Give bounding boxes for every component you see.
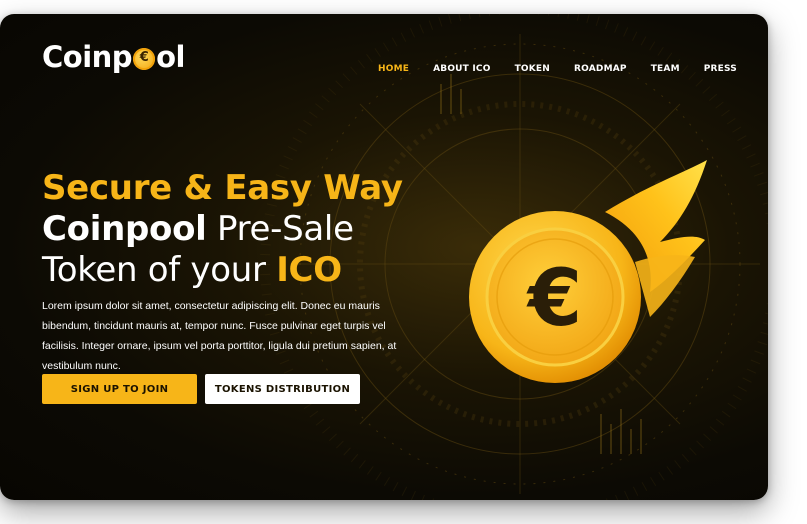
page-frame: Coinp ol HOME ABOUT ICO TOKEN ROADMAP TE…	[0, 14, 768, 500]
hero-description: Lorem ipsum dolor sit amet, consectetur …	[42, 300, 397, 372]
nav-roadmap[interactable]: ROADMAP	[574, 64, 627, 74]
coinpool-logo[interactable]: Coinp ol	[42, 40, 185, 74]
hero-token-text: Token of your	[42, 250, 277, 290]
hero-presale-text: Pre-Sale	[206, 209, 354, 249]
tokens-distribution-button[interactable]: TOKENS DISTRIBUTION	[205, 374, 360, 404]
hero-brand-word: Coinpool	[42, 209, 207, 249]
logo-text-prefix: Coinp	[42, 40, 133, 74]
flaming-euro-coin-icon: €	[469, 160, 707, 383]
main-nav: HOME ABOUT ICO TOKEN ROADMAP TEAM PRESS	[378, 64, 737, 74]
nav-press[interactable]: PRESS	[704, 64, 737, 74]
nav-team[interactable]: TEAM	[651, 64, 680, 74]
nav-home[interactable]: HOME	[378, 64, 409, 74]
hero-title: Secure & Easy Way Coinpool Pre-Sale Toke…	[42, 168, 403, 291]
hero-ico-highlight: ICO	[276, 250, 342, 290]
hero-title-line3: Token of your ICO	[42, 250, 403, 291]
logo-text-suffix: ol	[156, 40, 185, 74]
sign-up-button[interactable]: SIGN UP TO JOIN	[42, 374, 197, 404]
hero-title-line2: Coinpool Pre-Sale	[42, 209, 403, 250]
hero-title-line1: Secure & Easy Way	[42, 168, 403, 208]
logo-coin-icon	[133, 48, 156, 70]
nav-about-ico[interactable]: ABOUT ICO	[433, 64, 490, 74]
nav-token[interactable]: TOKEN	[515, 64, 550, 74]
euro-symbol: €	[526, 254, 582, 344]
